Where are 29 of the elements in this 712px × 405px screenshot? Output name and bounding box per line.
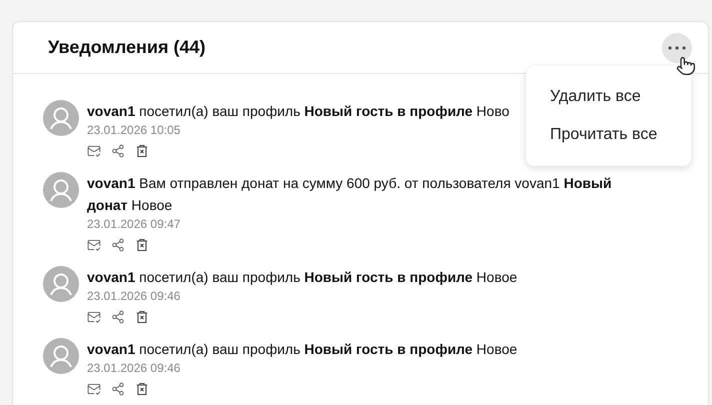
notification-text: vovan1 посетил(а) ваш профиль Новый гость в профиле Ново <box>87 102 510 121</box>
notification-time: 23.01.2026 09:47 <box>87 216 180 232</box>
share-icon[interactable] <box>111 382 125 396</box>
avatar-icon <box>43 172 79 208</box>
delete-icon[interactable] <box>135 238 149 252</box>
avatar-icon <box>43 100 79 136</box>
delete-icon[interactable] <box>135 382 149 396</box>
share-icon[interactable] <box>111 310 125 324</box>
menu-item[interactable]: Удалить все <box>526 78 691 116</box>
avatar-icon <box>43 266 79 302</box>
notification-text: vovan1 посетил(а) ваш профиль Новый гость в профиле Новое <box>87 340 518 359</box>
notification-text: vovan1 посетил(а) ваш профиль Новый гость в профиле Новое <box>87 268 518 287</box>
mark-read-icon[interactable] <box>87 382 101 396</box>
notification-time: 23.01.2026 10:05 <box>87 122 180 138</box>
mark-read-icon[interactable] <box>87 238 101 252</box>
share-icon[interactable] <box>111 144 125 158</box>
more-button[interactable] <box>662 32 692 62</box>
share-icon[interactable] <box>111 238 125 252</box>
card-title: Уведомления (44) <box>48 36 206 59</box>
notification-time: 23.01.2026 09:46 <box>87 360 180 376</box>
mark-read-icon[interactable] <box>87 310 101 324</box>
menu-item[interactable]: Прочитать все <box>526 116 691 154</box>
more-icon <box>668 46 686 50</box>
delete-icon[interactable] <box>135 144 149 158</box>
delete-icon[interactable] <box>135 310 149 324</box>
notification-text: vovan1 Вам отправлен донат на сумму 600 руб. от пользователя vovan1 Новый донат Новое <box>87 174 613 215</box>
notification-time: 23.01.2026 09:46 <box>87 288 180 304</box>
mark-read-icon[interactable] <box>87 144 101 158</box>
avatar-icon <box>43 338 79 374</box>
